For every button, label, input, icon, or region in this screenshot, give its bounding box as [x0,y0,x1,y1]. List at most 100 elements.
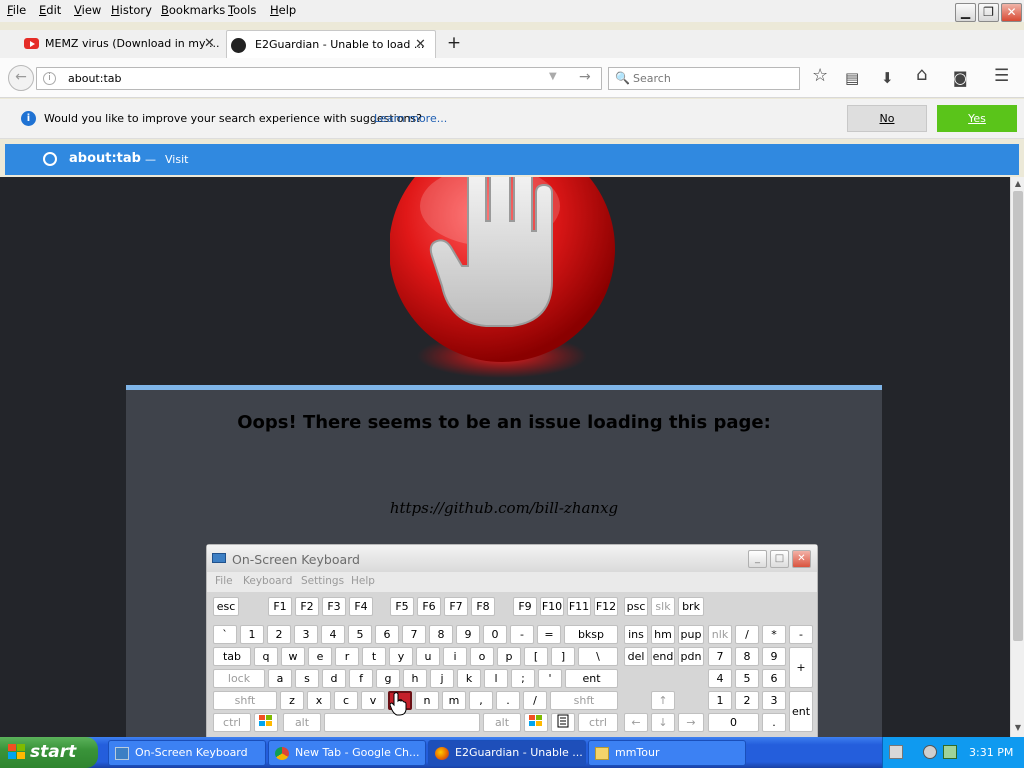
key-f1[interactable]: F1 [268,597,292,616]
osk-menu-keyboard[interactable]: Keyboard [243,575,292,587]
key-slash[interactable]: / [523,691,547,710]
key-numpad-1[interactable]: 1 [708,691,732,710]
keyboard-tray-icon[interactable] [889,745,903,759]
home-icon[interactable]: ⌂ [916,66,927,84]
key-numpad-divide[interactable]: / [735,625,759,644]
search-input[interactable]: 🔍 Search [608,67,800,90]
key-delete[interactable]: del [624,647,648,666]
key-s[interactable]: s [295,669,319,688]
learn-more-link[interactable]: Learn more... [374,112,447,125]
reading-list-icon[interactable]: ▤ [845,70,859,86]
menu-history[interactable]: History [111,3,152,17]
key-n[interactable]: n [415,691,439,710]
key-brk[interactable]: brk [678,597,704,616]
menu-bookmarks[interactable]: Bookmarks [161,3,225,17]
osk-minimize-button[interactable]: _ [748,550,767,568]
new-tab-button[interactable]: + [446,32,462,54]
key-q[interactable]: q [254,647,278,666]
key-f2[interactable]: F2 [295,597,319,616]
key-e[interactable]: e [308,647,332,666]
key-f6[interactable]: F6 [417,597,441,616]
url-suggestion-row[interactable]: about:tab — Visit [5,144,1019,175]
key-k[interactable]: k [457,669,481,688]
window-close-button[interactable]: ✕ [1001,3,1022,22]
key-h[interactable]: h [403,669,427,688]
key-left-shift[interactable]: shft [213,691,277,710]
key-1[interactable]: 1 [240,625,264,644]
osk-close-button[interactable]: ✕ [792,550,811,568]
key-g[interactable]: g [376,669,400,688]
key-z[interactable]: z [280,691,304,710]
key-numpad-7[interactable]: 7 [708,647,732,666]
key-slk[interactable]: slk [651,597,675,616]
key-f[interactable]: f [349,669,373,688]
key-arrow-up[interactable]: ↑ [651,691,675,710]
key-backspace[interactable]: bksp [564,625,618,644]
key-numpad-0[interactable]: 0 [708,713,759,732]
key-8[interactable]: 8 [429,625,453,644]
key-numpad-multiply[interactable]: * [762,625,786,644]
key-right-windows[interactable] [524,713,548,732]
key-5[interactable]: 5 [348,625,372,644]
key-numpad-6[interactable]: 6 [762,669,786,688]
key-period[interactable]: . [496,691,520,710]
no-button[interactable]: No [847,105,927,132]
key-x[interactable]: x [307,691,331,710]
key-numpad-8[interactable]: 8 [735,647,759,666]
key-t[interactable]: t [362,647,386,666]
key-0[interactable]: 0 [483,625,507,644]
key-3[interactable]: 3 [294,625,318,644]
osk-maximize-button[interactable]: □ [770,550,789,568]
key-9[interactable]: 9 [456,625,480,644]
key-i[interactable]: i [443,647,467,666]
key-f9[interactable]: F9 [513,597,537,616]
key-right-ctrl[interactable]: ctrl [578,713,618,732]
key-numpad-decimal[interactable]: . [762,713,786,732]
menu-help[interactable]: Help [270,3,296,17]
key-arrow-left[interactable]: ← [624,713,648,732]
url-input[interactable]: about:tab [68,72,121,85]
key-r[interactable]: r [335,647,359,666]
key-quote[interactable]: ' [538,669,562,688]
network-tray-icon[interactable] [943,745,957,759]
key-7[interactable]: 7 [402,625,426,644]
key-a[interactable]: a [268,669,292,688]
key-tab[interactable]: tab [213,647,251,666]
taskbar-item-on-screen-keyboard[interactable]: On-Screen Keyboard [108,740,266,766]
key-f12[interactable]: F12 [594,597,618,616]
key-left-bracket[interactable]: [ [524,647,548,666]
menu-view[interactable]: View [74,3,101,17]
key-v[interactable]: v [361,691,385,710]
tab-close-icon[interactable]: ✕ [204,30,215,58]
taskbar-item-mmtour[interactable]: mmTour [588,740,746,766]
window-minimize-button[interactable]: ▁ [955,3,976,22]
key-arrow-down[interactable]: ↓ [651,713,675,732]
start-button[interactable]: start [0,737,98,768]
key-numpad-3[interactable]: 3 [762,691,786,710]
key-home[interactable]: hm [651,625,675,644]
url-bar[interactable]: i about:tab ▼ → [36,67,602,90]
key-numpad-add[interactable]: + [789,647,813,688]
osk-menu-settings[interactable]: Settings [301,575,344,587]
key-j[interactable]: j [430,669,454,688]
url-dropdown-icon[interactable]: ▼ [549,71,557,82]
back-button[interactable]: ← [8,65,34,91]
key-o[interactable]: o [470,647,494,666]
downloads-icon[interactable]: ⬇ [881,70,894,86]
key-page-up[interactable]: pup [678,625,704,644]
key-esc[interactable]: esc [213,597,239,616]
key-d[interactable]: d [322,669,346,688]
key-f7[interactable]: F7 [444,597,468,616]
key-p[interactable]: p [497,647,521,666]
scroll-down-icon[interactable]: ▼ [1011,723,1024,732]
key-m[interactable]: m [442,691,466,710]
scroll-up-icon[interactable]: ▲ [1011,179,1024,188]
taskbar-item-firefox[interactable]: E2Guardian - Unable ... [428,740,586,766]
key-u[interactable]: u [416,647,440,666]
key-menu[interactable] [551,713,575,732]
key-f3[interactable]: F3 [322,597,346,616]
key-left-ctrl[interactable]: ctrl [213,713,251,732]
tab-close-icon[interactable]: ✕ [415,31,426,58]
key-insert[interactable]: ins [624,625,648,644]
key-6[interactable]: 6 [375,625,399,644]
